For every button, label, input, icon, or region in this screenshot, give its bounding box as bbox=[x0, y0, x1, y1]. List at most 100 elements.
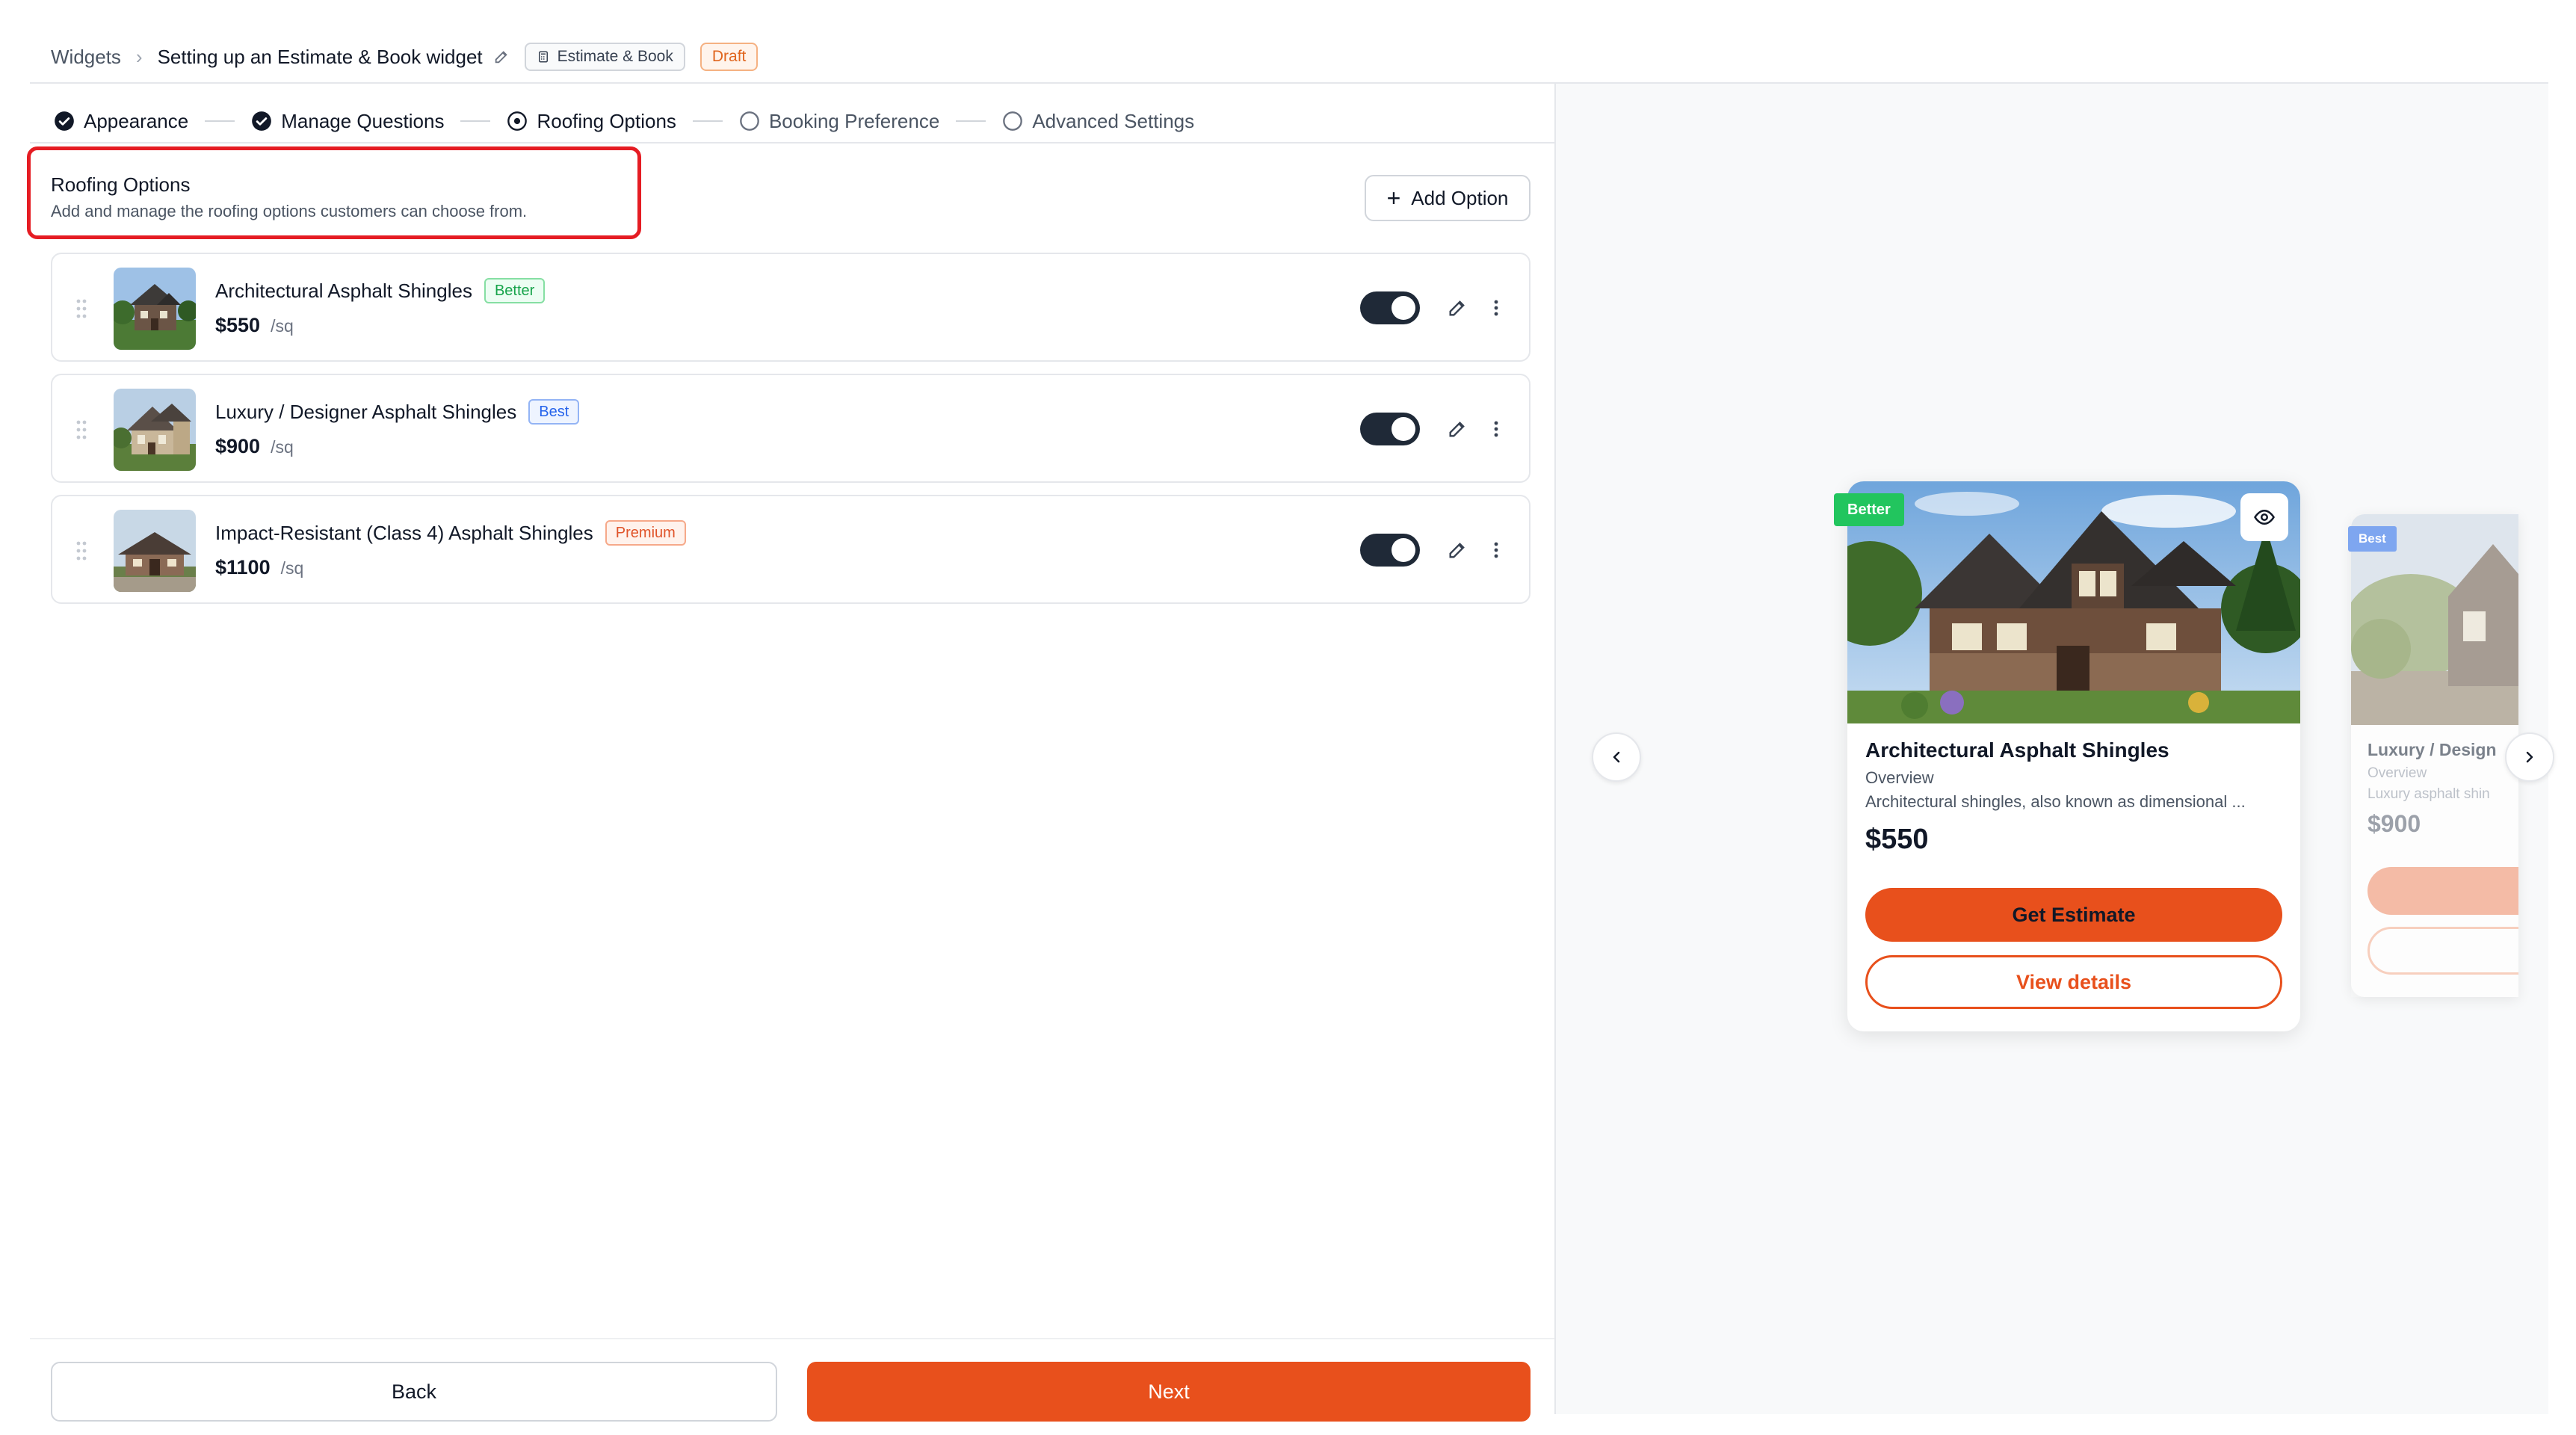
edit-pencil-icon[interactable] bbox=[1447, 297, 1468, 318]
option-title: Architectural Asphalt Shingles bbox=[215, 279, 472, 302]
breadcrumb-separator: › bbox=[135, 45, 143, 68]
option-row-impact-resistant[interactable]: Impact-Resistant (Class 4) Asphalt Shing… bbox=[51, 495, 1531, 604]
carousel-next-button[interactable] bbox=[2505, 732, 2554, 782]
toggle-knob bbox=[1392, 417, 1415, 441]
step-label: Appearance bbox=[84, 109, 189, 132]
eye-icon bbox=[2254, 509, 2275, 525]
page: Widgets › Setting up an Estimate & Book … bbox=[0, 0, 2576, 1435]
next-button[interactable]: Next bbox=[807, 1362, 1531, 1422]
view-details-button[interactable] bbox=[2367, 927, 2518, 975]
card-overview-label: Overview bbox=[1865, 768, 1934, 787]
add-option-label: Add Option bbox=[1411, 186, 1509, 209]
step-label: Roofing Options bbox=[537, 109, 676, 132]
step-connector bbox=[460, 120, 491, 122]
option-row-architectural[interactable]: Architectural Asphalt Shingles Better $5… bbox=[51, 253, 1531, 362]
add-option-button[interactable]: + Add Option bbox=[1365, 175, 1531, 221]
get-estimate-button[interactable]: Get Estimate bbox=[1865, 888, 2282, 942]
option-title: Impact-Resistant (Class 4) Asphalt Shing… bbox=[215, 521, 593, 544]
option-price: $900 /sq bbox=[215, 435, 294, 458]
house-photo bbox=[114, 510, 196, 592]
step-navigation: Appearance Manage Questions Roofing Opti… bbox=[54, 99, 1194, 144]
more-vertical-icon[interactable] bbox=[1487, 540, 1505, 561]
option-list: Architectural Asphalt Shingles Better $5… bbox=[51, 253, 1531, 616]
enabled-toggle[interactable] bbox=[1360, 291, 1420, 324]
option-price: $550 /sq bbox=[215, 314, 294, 337]
check-circle-icon bbox=[252, 111, 272, 131]
edit-pencil-icon[interactable] bbox=[1447, 540, 1468, 561]
tier-badge: Better bbox=[484, 278, 546, 303]
more-vertical-icon[interactable] bbox=[1487, 297, 1505, 318]
calculator-icon bbox=[538, 51, 548, 63]
tier-ribbon: Best bbox=[2348, 526, 2397, 552]
drag-handle-icon[interactable] bbox=[75, 419, 88, 441]
pencil-icon[interactable] bbox=[493, 49, 510, 65]
option-title: Luxury / Designer Asphalt Shingles bbox=[215, 400, 517, 423]
enabled-toggle[interactable] bbox=[1360, 534, 1420, 567]
back-button[interactable]: Back bbox=[51, 1362, 777, 1422]
option-name: Impact-Resistant (Class 4) Asphalt Shing… bbox=[215, 520, 686, 546]
current-step-icon bbox=[507, 111, 528, 131]
widget-type-chip: Estimate & Book bbox=[524, 43, 685, 71]
option-thumbnail bbox=[114, 510, 196, 592]
card-overview-label: Overview bbox=[2367, 765, 2427, 781]
plus-icon: + bbox=[1386, 185, 1401, 212]
option-price: $1100 /sq bbox=[215, 556, 303, 579]
carousel-prev-button[interactable] bbox=[1592, 732, 1641, 782]
status-badge: Draft bbox=[699, 43, 759, 71]
step-connector bbox=[205, 120, 235, 122]
more-vertical-icon[interactable] bbox=[1487, 419, 1505, 439]
preview-pane: Better Architectural Asphalt Shingles Ov… bbox=[1556, 84, 2554, 1414]
option-thumbnail bbox=[114, 268, 196, 350]
price-unit: /sq bbox=[271, 437, 294, 457]
step-appearance[interactable]: Appearance bbox=[54, 110, 188, 133]
house-photo bbox=[114, 389, 196, 471]
chevron-right-icon bbox=[2526, 751, 2533, 763]
step-booking-preference[interactable]: Booking Preference bbox=[739, 110, 939, 133]
preview-eye-button[interactable] bbox=[2240, 493, 2288, 541]
widget-title: Setting up an Estimate & Book widget bbox=[157, 45, 483, 68]
card-price: $900 bbox=[2367, 810, 2421, 837]
house-photo bbox=[114, 268, 196, 350]
steps-divider bbox=[30, 142, 1554, 144]
footer-divider bbox=[30, 1338, 1554, 1339]
card-title: Luxury / Design bbox=[2367, 740, 2497, 759]
price-unit: /sq bbox=[271, 316, 294, 336]
edit-pencil-icon[interactable] bbox=[1447, 419, 1468, 439]
enabled-toggle[interactable] bbox=[1360, 413, 1420, 445]
get-estimate-button[interactable] bbox=[2367, 867, 2518, 915]
view-details-button[interactable]: View details bbox=[1865, 955, 2282, 1009]
step-connector bbox=[956, 120, 986, 122]
toggle-knob bbox=[1392, 296, 1415, 320]
card-price: $550 bbox=[1865, 824, 1929, 855]
option-name: Luxury / Designer Asphalt Shingles Best bbox=[215, 399, 580, 425]
price-unit: /sq bbox=[280, 558, 304, 578]
option-name: Architectural Asphalt Shingles Better bbox=[215, 278, 546, 303]
breadcrumb: Widgets › Setting up an Estimate & Book … bbox=[51, 39, 759, 75]
step-label: Booking Preference bbox=[768, 109, 940, 132]
price-value: $1100 bbox=[215, 556, 271, 578]
toggle-knob bbox=[1392, 538, 1415, 562]
step-label: Advanced Settings bbox=[1032, 109, 1195, 132]
breadcrumb-widgets-link[interactable]: Widgets bbox=[51, 46, 121, 69]
check-circle-icon bbox=[55, 111, 74, 131]
editor-pane: Appearance Manage Questions Roofing Opti… bbox=[27, 84, 1554, 1422]
option-thumbnail bbox=[114, 389, 196, 471]
tier-ribbon: Better bbox=[1834, 493, 1904, 526]
card-image bbox=[1847, 481, 2300, 723]
card-title: Architectural Asphalt Shingles bbox=[1865, 738, 2169, 762]
drag-handle-icon[interactable] bbox=[75, 297, 88, 320]
step-advanced-settings[interactable]: Advanced Settings bbox=[1002, 110, 1194, 133]
step-manage-questions[interactable]: Manage Questions bbox=[251, 110, 444, 133]
widget-type-label: Estimate & Book bbox=[557, 48, 673, 65]
empty-circle-icon bbox=[740, 111, 759, 131]
step-roofing-options[interactable]: Roofing Options bbox=[507, 110, 676, 133]
section-subtitle: Add and manage the roofing options custo… bbox=[51, 202, 528, 220]
tier-badge: Premium bbox=[605, 520, 686, 546]
next-preview-card[interactable]: Luxury / Design Overview Luxury asphalt … bbox=[2351, 514, 2518, 997]
drag-handle-icon[interactable] bbox=[75, 540, 88, 562]
price-value: $900 bbox=[215, 435, 261, 457]
preview-card[interactable]: Architectural Asphalt Shingles Overview … bbox=[1847, 481, 2300, 1031]
step-connector bbox=[692, 120, 723, 122]
option-row-luxury[interactable]: Luxury / Designer Asphalt Shingles Best … bbox=[51, 374, 1531, 483]
step-label: Manage Questions bbox=[281, 109, 445, 132]
